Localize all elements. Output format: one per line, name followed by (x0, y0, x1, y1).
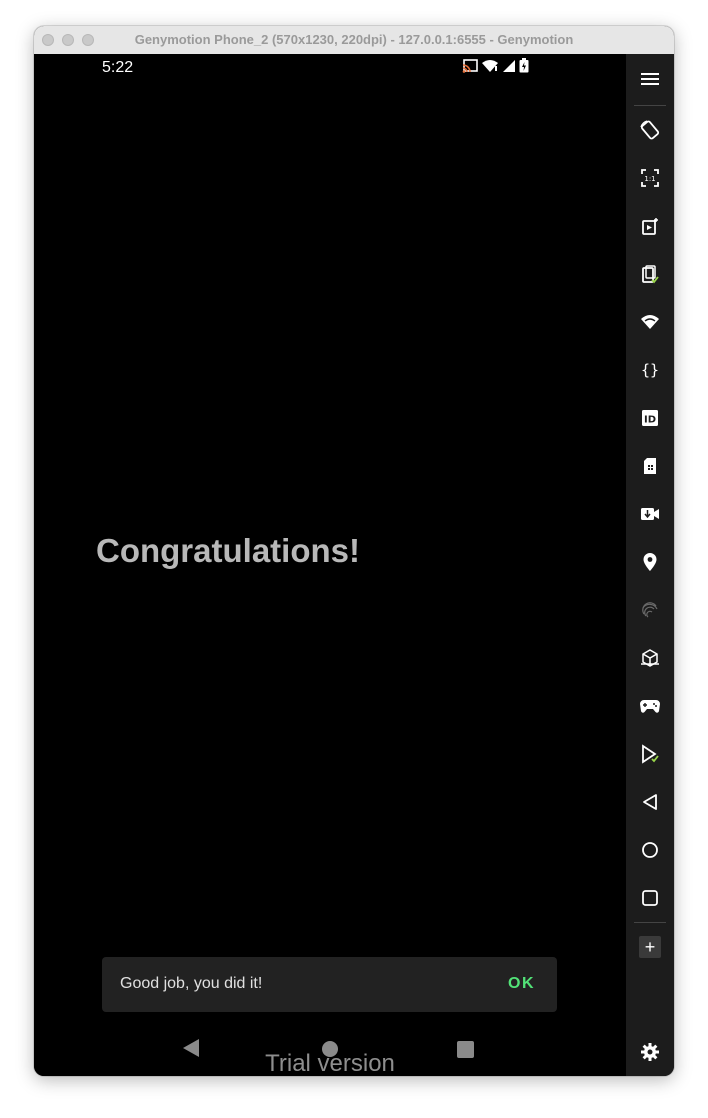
gamepad-icon (640, 700, 660, 713)
status-time: 5:22 (102, 59, 134, 76)
recents-button[interactable] (630, 878, 670, 918)
rotate-button[interactable] (630, 110, 670, 150)
location-button[interactable] (630, 542, 670, 582)
recents-icon (642, 890, 658, 906)
genymotion-toolbar: 1:1 {} ID + (626, 54, 674, 1076)
fingerprint-icon (642, 602, 658, 618)
motion-sensor-icon (641, 649, 659, 667)
title-bar: Genymotion Phone_2 (570x1230, 220dpi) - … (34, 26, 674, 55)
device-id-icon: ID (642, 410, 658, 426)
phone-screen[interactable]: 5:22 Congratulations! Good job, you did … (34, 54, 626, 1076)
svg-text:ID: ID (644, 415, 656, 426)
more-widgets-button[interactable]: + (630, 927, 670, 967)
motion-sensor-button[interactable] (630, 638, 670, 678)
back-button[interactable] (630, 782, 670, 822)
screen-record-icon (642, 218, 658, 235)
code-button[interactable]: {} (630, 350, 670, 390)
rotate-icon (640, 120, 660, 140)
camera-button[interactable] (630, 494, 670, 534)
fingerprint-button[interactable] (630, 590, 670, 630)
clipboard-button[interactable] (630, 254, 670, 294)
snackbar: Good job, you did it! OK (102, 957, 557, 1012)
pixel-perfect-button[interactable]: 1:1 (630, 158, 670, 198)
camera-icon (641, 508, 659, 520)
home-icon (642, 842, 658, 858)
settings-button[interactable] (630, 1032, 670, 1072)
congratulations-heading: Congratulations! (96, 532, 360, 569)
pixel-perfect-icon: 1:1 (641, 169, 659, 187)
wifi-button[interactable] (630, 302, 670, 342)
settings-icon (641, 1043, 659, 1061)
clipboard-icon (642, 265, 659, 284)
snackbar-ok-button[interactable]: OK (508, 975, 535, 993)
wifi-icon (481, 59, 499, 78)
genymotion-window: Genymotion Phone_2 (570x1230, 220dpi) - … (34, 26, 674, 1076)
plus-icon: + (639, 936, 661, 958)
snackbar-message: Good job, you did it! (120, 975, 263, 992)
trial-version-watermark: Trial version (265, 1050, 395, 1076)
toolbar-separator (634, 105, 666, 106)
toolbar-separator (634, 922, 666, 923)
cast-icon (462, 58, 478, 78)
window-title: Genymotion Phone_2 (570x1230, 220dpi) - … (134, 32, 574, 47)
sim-card-button[interactable] (630, 446, 670, 486)
minimize-window-button[interactable] (62, 34, 74, 46)
device-id-button[interactable]: ID (630, 398, 670, 438)
zoom-window-button[interactable] (82, 34, 94, 46)
location-pin-icon (643, 553, 657, 571)
play-store-button[interactable] (630, 734, 670, 774)
status-icons (462, 58, 529, 78)
svg-text:{}: {} (641, 361, 659, 379)
close-window-button[interactable] (42, 34, 54, 46)
home-button[interactable] (630, 830, 670, 870)
menu-button[interactable] (630, 59, 670, 99)
sim-card-icon (644, 458, 656, 474)
battery-icon (519, 58, 529, 78)
menu-icon (641, 73, 659, 85)
signal-icon (502, 59, 516, 78)
code-braces-icon: {} (641, 361, 659, 379)
gamepad-button[interactable] (630, 686, 670, 726)
svg-text:1:1: 1:1 (644, 175, 655, 183)
wifi-icon (641, 315, 659, 329)
play-store-icon (642, 744, 659, 764)
back-icon (643, 794, 657, 810)
screen-record-button[interactable] (630, 206, 670, 246)
